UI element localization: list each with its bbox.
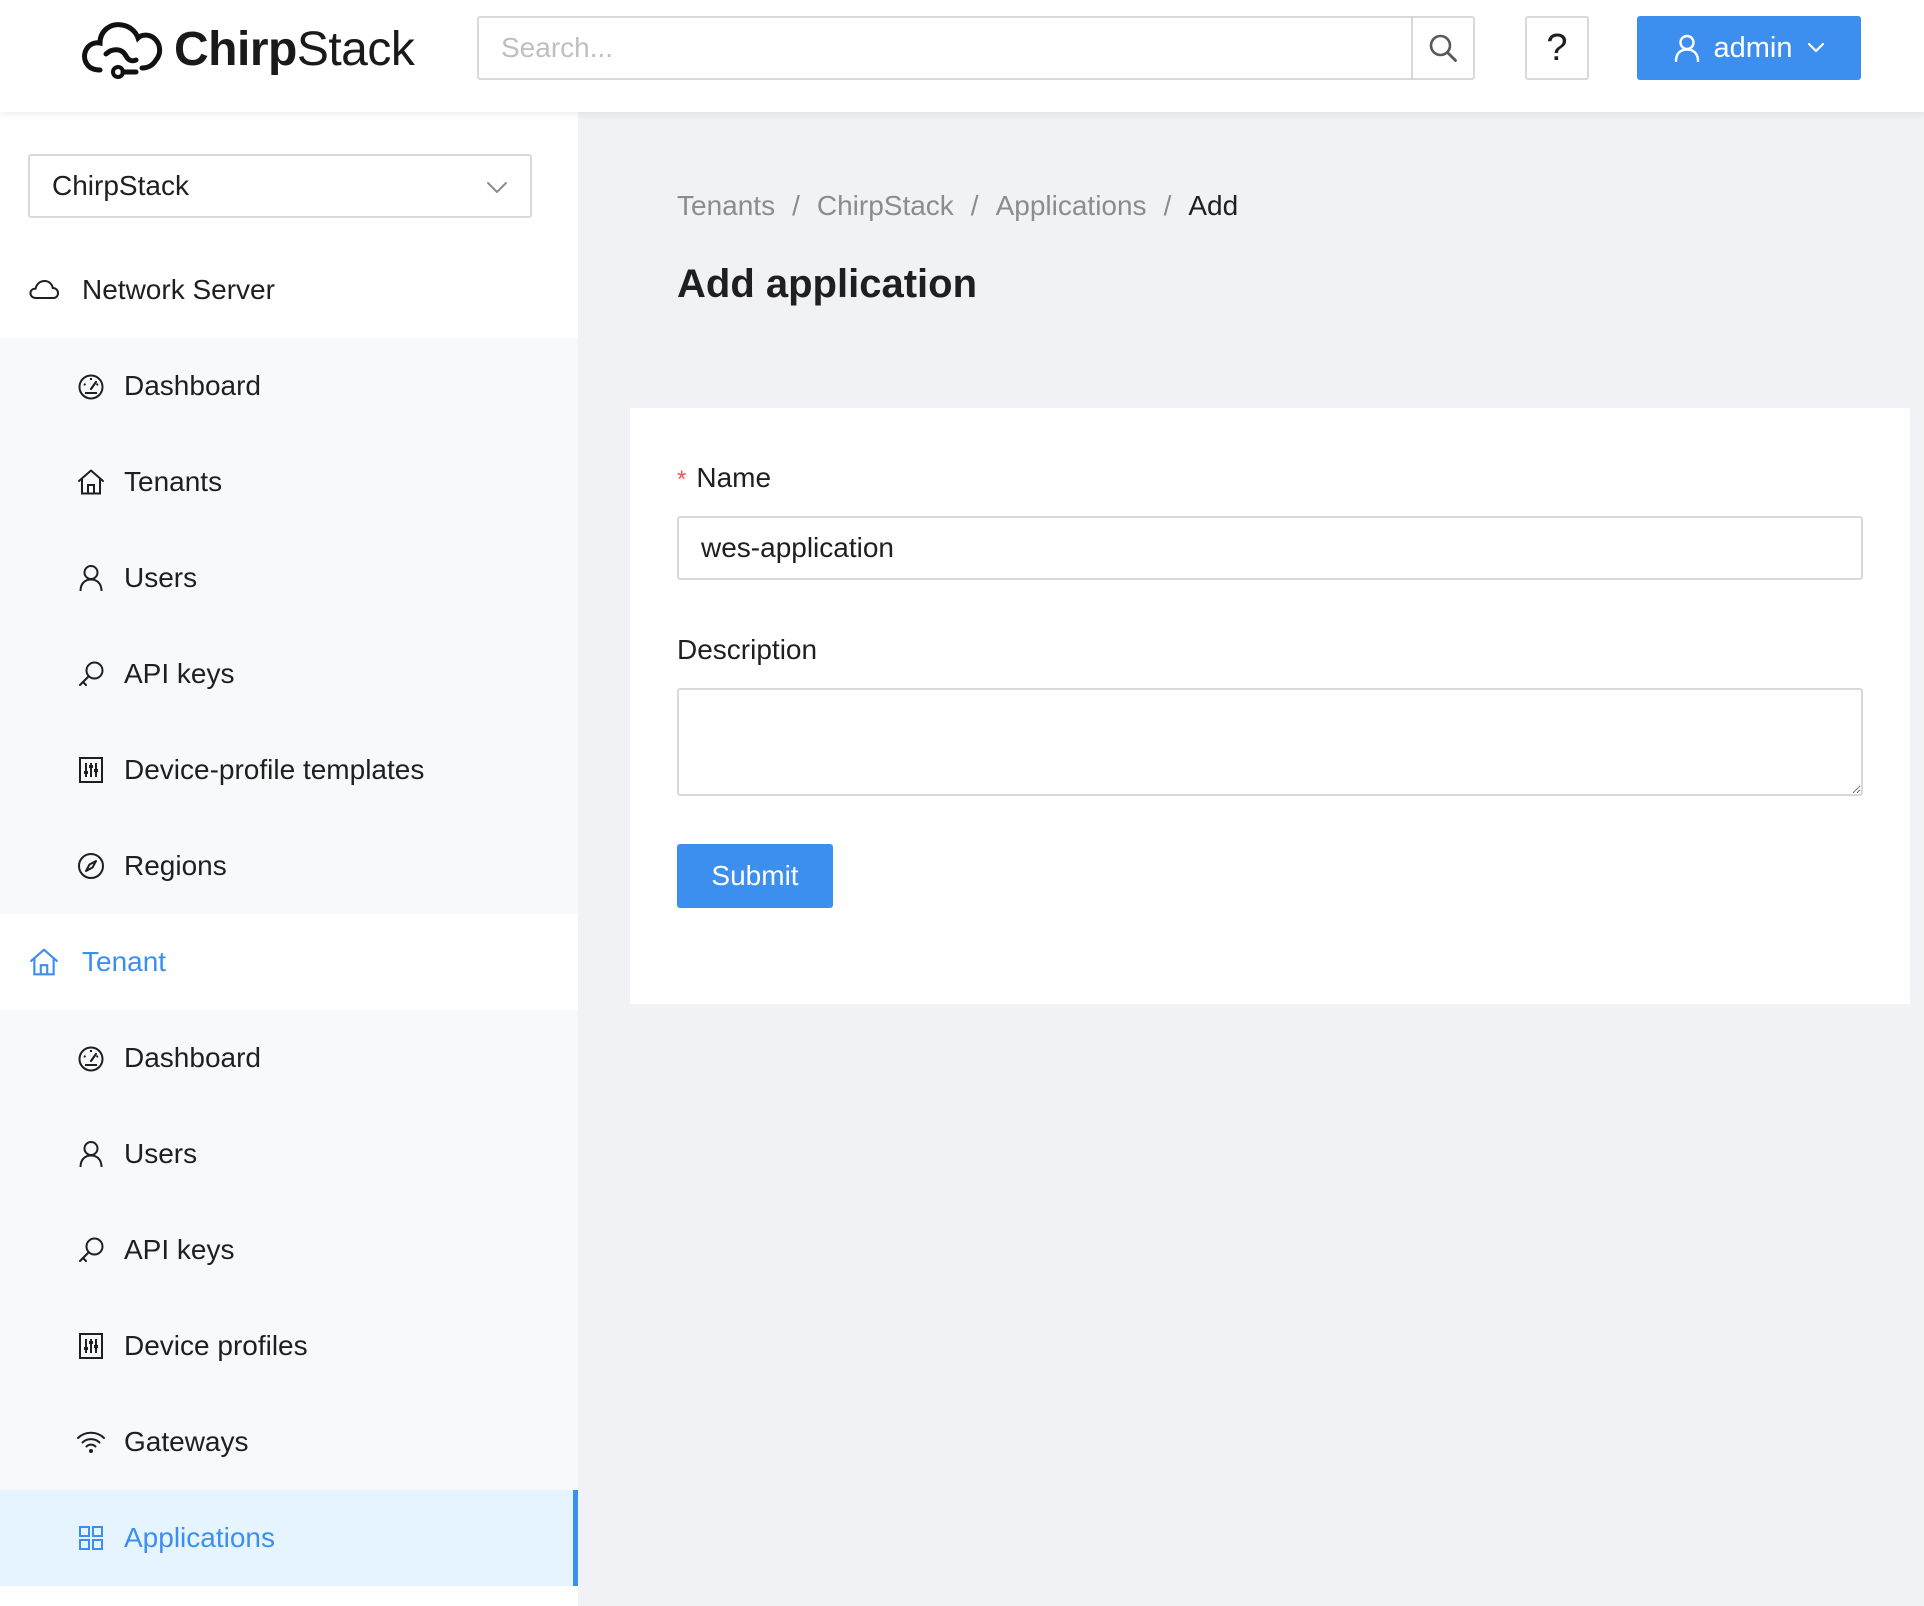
breadcrumb-current: Add bbox=[1188, 190, 1239, 221]
sidebar-item-tenant-dashboard[interactable]: Dashboard bbox=[0, 1010, 578, 1106]
user-menu-button[interactable]: admin bbox=[1637, 16, 1861, 80]
sidebar-item-ns-dashboard[interactable]: Dashboard bbox=[0, 338, 578, 434]
page-title: Add application bbox=[677, 262, 977, 306]
search-button[interactable] bbox=[1411, 18, 1473, 78]
add-application-form-card: *Name Description Submit bbox=[630, 408, 1910, 1004]
sidebar-item-tenant-applications[interactable]: Applications bbox=[0, 1490, 578, 1586]
sidebar-item-label: Dashboard bbox=[124, 370, 261, 401]
sidebar-item-label: Users bbox=[124, 1138, 198, 1169]
key-icon bbox=[76, 1235, 106, 1265]
menu-group-label: Network Server bbox=[82, 274, 275, 305]
breadcrumb-tenants[interactable]: Tenants bbox=[677, 190, 775, 222]
cloud-icon bbox=[28, 274, 60, 306]
sidebar-item-ns-regions[interactable]: Regions bbox=[0, 818, 578, 914]
sidebar-item-label: API keys bbox=[124, 1234, 235, 1265]
dashboard-icon bbox=[76, 1043, 106, 1073]
menu-group-tenant[interactable]: Tenant bbox=[0, 914, 578, 1010]
control-icon bbox=[76, 755, 106, 785]
sidebar-item-ns-users[interactable]: Users bbox=[0, 530, 578, 626]
search-input[interactable] bbox=[479, 18, 1411, 78]
breadcrumb-chirpstack[interactable]: ChirpStack bbox=[817, 190, 954, 222]
menu-group-network-server[interactable]: Network Server bbox=[0, 242, 578, 338]
sidebar-item-label: API keys bbox=[124, 658, 235, 689]
sidebar-item-ns-tenants[interactable]: Tenants bbox=[0, 434, 578, 530]
sidebar: ChirpStack Network Server Dashboard Tena… bbox=[0, 112, 578, 1606]
sidebar-item-label: Device-profile templates bbox=[124, 754, 425, 785]
sidebar-item-tenant-device-profiles[interactable]: Device profiles bbox=[0, 1298, 578, 1394]
tenant-select[interactable]: ChirpStack bbox=[28, 154, 532, 218]
control-icon bbox=[76, 1331, 106, 1361]
compass-icon bbox=[76, 851, 106, 881]
user-icon bbox=[76, 563, 106, 593]
sidebar-item-ns-device-profile-templates[interactable]: Device-profile templates bbox=[0, 722, 578, 818]
tenant-submenu: Dashboard Users API keys Device profiles bbox=[0, 1010, 578, 1586]
breadcrumb: Tenants / ChirpStack / Applications / Ad… bbox=[677, 190, 1238, 222]
user-icon bbox=[76, 1139, 106, 1169]
home-icon bbox=[28, 946, 60, 978]
breadcrumb-applications[interactable]: Applications bbox=[996, 190, 1147, 222]
top-header: ChirpStack ? admin bbox=[0, 0, 1924, 112]
help-button[interactable]: ? bbox=[1525, 16, 1589, 80]
user-icon bbox=[1674, 34, 1699, 62]
wifi-icon bbox=[76, 1427, 106, 1457]
sidebar-menu: Network Server Dashboard Tenants Users A… bbox=[0, 242, 578, 1586]
dashboard-icon bbox=[76, 371, 106, 401]
key-icon bbox=[76, 659, 106, 689]
search-bar bbox=[477, 16, 1475, 80]
breadcrumb-separator: / bbox=[1163, 190, 1172, 221]
sidebar-item-label: Dashboard bbox=[124, 1042, 261, 1073]
chirpstack-cloud-icon bbox=[82, 22, 163, 79]
sidebar-item-label: Regions bbox=[124, 850, 227, 881]
tenant-select-value: ChirpStack bbox=[52, 170, 189, 201]
sidebar-item-tenant-api-keys[interactable]: API keys bbox=[0, 1202, 578, 1298]
sidebar-item-label: Users bbox=[124, 562, 198, 593]
sidebar-item-label: Gateways bbox=[124, 1426, 249, 1457]
sidebar-item-ns-api-keys[interactable]: API keys bbox=[0, 626, 578, 722]
submit-button[interactable]: Submit bbox=[677, 844, 833, 908]
menu-group-label: Tenant bbox=[82, 946, 167, 977]
chirpstack-logo[interactable]: ChirpStack bbox=[78, 14, 415, 84]
network-server-submenu: Dashboard Tenants Users API keys Device-… bbox=[0, 338, 578, 914]
name-input[interactable] bbox=[677, 516, 1863, 580]
breadcrumb-separator: / bbox=[970, 190, 979, 221]
description-label: Description bbox=[677, 634, 818, 665]
search-icon bbox=[1429, 34, 1457, 62]
appstore-icon bbox=[76, 1523, 106, 1553]
description-textarea[interactable] bbox=[677, 688, 1863, 796]
required-mark: * bbox=[677, 466, 687, 493]
breadcrumb-separator: / bbox=[792, 190, 800, 221]
sidebar-item-label: Applications bbox=[124, 1522, 275, 1553]
sidebar-item-label: Device profiles bbox=[124, 1330, 308, 1361]
user-menu-label: admin bbox=[1713, 31, 1793, 64]
home-icon bbox=[76, 467, 106, 497]
sidebar-item-tenant-users[interactable]: Users bbox=[0, 1106, 578, 1202]
chevron-down-icon bbox=[1807, 42, 1824, 53]
name-label: * Name bbox=[677, 462, 772, 493]
chevron-down-icon bbox=[487, 182, 507, 193]
logo-text: ChirpStack bbox=[174, 22, 415, 76]
sidebar-item-tenant-gateways[interactable]: Gateways bbox=[0, 1394, 578, 1490]
sidebar-item-label: Tenants bbox=[124, 466, 223, 497]
